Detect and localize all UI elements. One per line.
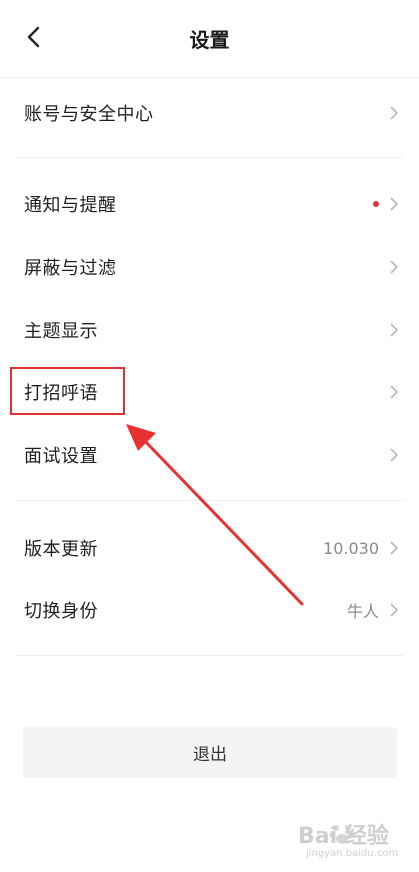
watermark-sub-text: jingyan.baidu.com bbox=[306, 848, 399, 859]
settings-row-interview[interactable]: 面试设置 bbox=[0, 424, 419, 486]
row-label: 版本更新 bbox=[24, 539, 98, 560]
unread-dot-icon bbox=[373, 201, 379, 207]
chevron-right-icon bbox=[390, 385, 399, 399]
chevron-right-icon bbox=[390, 541, 399, 555]
row-label: 屏蔽与过滤 bbox=[24, 258, 117, 279]
settings-row-account-security[interactable]: 账号与安全中心 bbox=[0, 82, 419, 144]
chevron-right-icon bbox=[390, 323, 399, 337]
nav-header: 设置 bbox=[0, 0, 419, 78]
row-label: 账号与安全中心 bbox=[24, 104, 154, 125]
settings-row-theme[interactable]: 主题显示 bbox=[0, 299, 419, 361]
logout-button[interactable]: 退出 bbox=[23, 727, 397, 778]
row-label: 主题显示 bbox=[24, 321, 98, 342]
page-title: 设置 bbox=[189, 28, 230, 52]
highlight-annotation-box bbox=[10, 367, 125, 415]
settings-row-notifications[interactable]: 通知与提醒 bbox=[0, 173, 419, 235]
version-value: 10.030 bbox=[323, 538, 379, 558]
chevron-right-icon bbox=[390, 106, 399, 120]
settings-row-switch-identity[interactable]: 切换身份 牛人 bbox=[0, 579, 419, 641]
watermark-main-text: Bai 经验 bbox=[298, 824, 389, 849]
section-divider bbox=[16, 500, 403, 501]
settings-row-block-filter[interactable]: 屏蔽与过滤 bbox=[0, 236, 419, 298]
row-label: 面试设置 bbox=[24, 446, 98, 467]
section-divider bbox=[16, 157, 403, 158]
section-divider bbox=[16, 655, 403, 656]
chevron-right-icon bbox=[390, 260, 399, 274]
baidu-watermark: Bai 经验 jingyan.baidu.com bbox=[272, 814, 412, 866]
chevron-right-icon bbox=[390, 603, 399, 617]
identity-value: 牛人 bbox=[346, 602, 379, 621]
row-label: 切换身份 bbox=[24, 601, 98, 622]
chevron-right-icon bbox=[390, 448, 399, 462]
settings-row-version[interactable]: 版本更新 10.030 bbox=[0, 517, 419, 579]
chevron-right-icon bbox=[390, 197, 399, 211]
row-label: 通知与提醒 bbox=[24, 195, 117, 216]
